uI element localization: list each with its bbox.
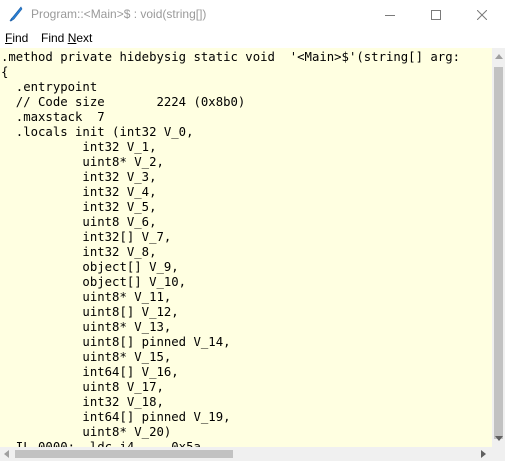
code-line: {: [1, 65, 9, 79]
vertical-scroll-thumb[interactable]: [494, 67, 503, 439]
code-line: // Code size 2224 (0x8b0): [1, 95, 246, 109]
code-line: object[] V_9,: [1, 260, 179, 274]
window-title: Program::<Main>$ : void(string[]): [31, 7, 207, 21]
code-line: int64[] V_16,: [1, 365, 179, 379]
scroll-up-arrow-icon[interactable]: [495, 54, 503, 59]
code-line: uint8[] pinned V_14,: [1, 335, 231, 349]
code-line: int32 V_4,: [1, 185, 157, 199]
menu-find[interactable]: Find: [5, 31, 28, 45]
code-line: int32 V_5,: [1, 200, 157, 214]
code-line: .entrypoint: [1, 80, 98, 94]
code-line: uint8* V_20): [1, 425, 172, 439]
menu-bar: Find Find Next: [0, 29, 505, 48]
maximize-button[interactable]: [413, 0, 459, 29]
code-line: uint8* V_11,: [1, 290, 172, 304]
code-line: int32 V_18,: [1, 395, 164, 409]
code-line: uint8* V_13,: [1, 320, 172, 334]
scrollbar-corner: [492, 447, 505, 461]
maximize-icon: [431, 9, 441, 20]
close-icon: [477, 9, 487, 20]
minimize-button[interactable]: [367, 0, 413, 29]
scroll-right-arrow-icon[interactable]: [481, 450, 486, 458]
code-line: int32[] V_7,: [1, 230, 172, 244]
code-line: object[] V_10,: [1, 275, 187, 289]
code-line: .method private hidebysig static void '<…: [1, 50, 461, 64]
scroll-down-arrow-icon[interactable]: [495, 436, 503, 441]
menu-find-next[interactable]: Find Next: [41, 31, 92, 45]
code-line: uint8* V_2,: [1, 155, 164, 169]
code-line: int32 V_8,: [1, 245, 157, 259]
code-line: .locals init (int32 V_0,: [1, 125, 194, 139]
feather-pen-icon: [9, 6, 23, 22]
horizontal-scrollbar[interactable]: [0, 447, 492, 461]
vertical-scrollbar[interactable]: [492, 48, 505, 447]
close-button[interactable]: [459, 0, 505, 29]
title-bar: Program::<Main>$ : void(string[]): [0, 0, 505, 29]
code-line: int64[] pinned V_19,: [1, 410, 231, 424]
scroll-left-arrow-icon[interactable]: [4, 450, 9, 458]
code-line: int32 V_1,: [1, 140, 157, 154]
code-line: IL_0000: ldc.i4 0x5a: [1, 440, 201, 447]
code-editor[interactable]: .method private hidebysig static void '<…: [0, 48, 492, 447]
il-code-view[interactable]: .method private hidebysig static void '<…: [1, 50, 460, 447]
code-line: int32 V_3,: [1, 170, 157, 184]
code-line: uint8 V_6,: [1, 215, 157, 229]
code-line: .maxstack 7: [1, 110, 105, 124]
code-line: uint8[] V_12,: [1, 305, 179, 319]
code-line: uint8* V_15,: [1, 350, 172, 364]
code-line: uint8 V_17,: [1, 380, 164, 394]
horizontal-scroll-thumb[interactable]: [15, 450, 233, 458]
minimize-icon: [385, 14, 395, 16]
